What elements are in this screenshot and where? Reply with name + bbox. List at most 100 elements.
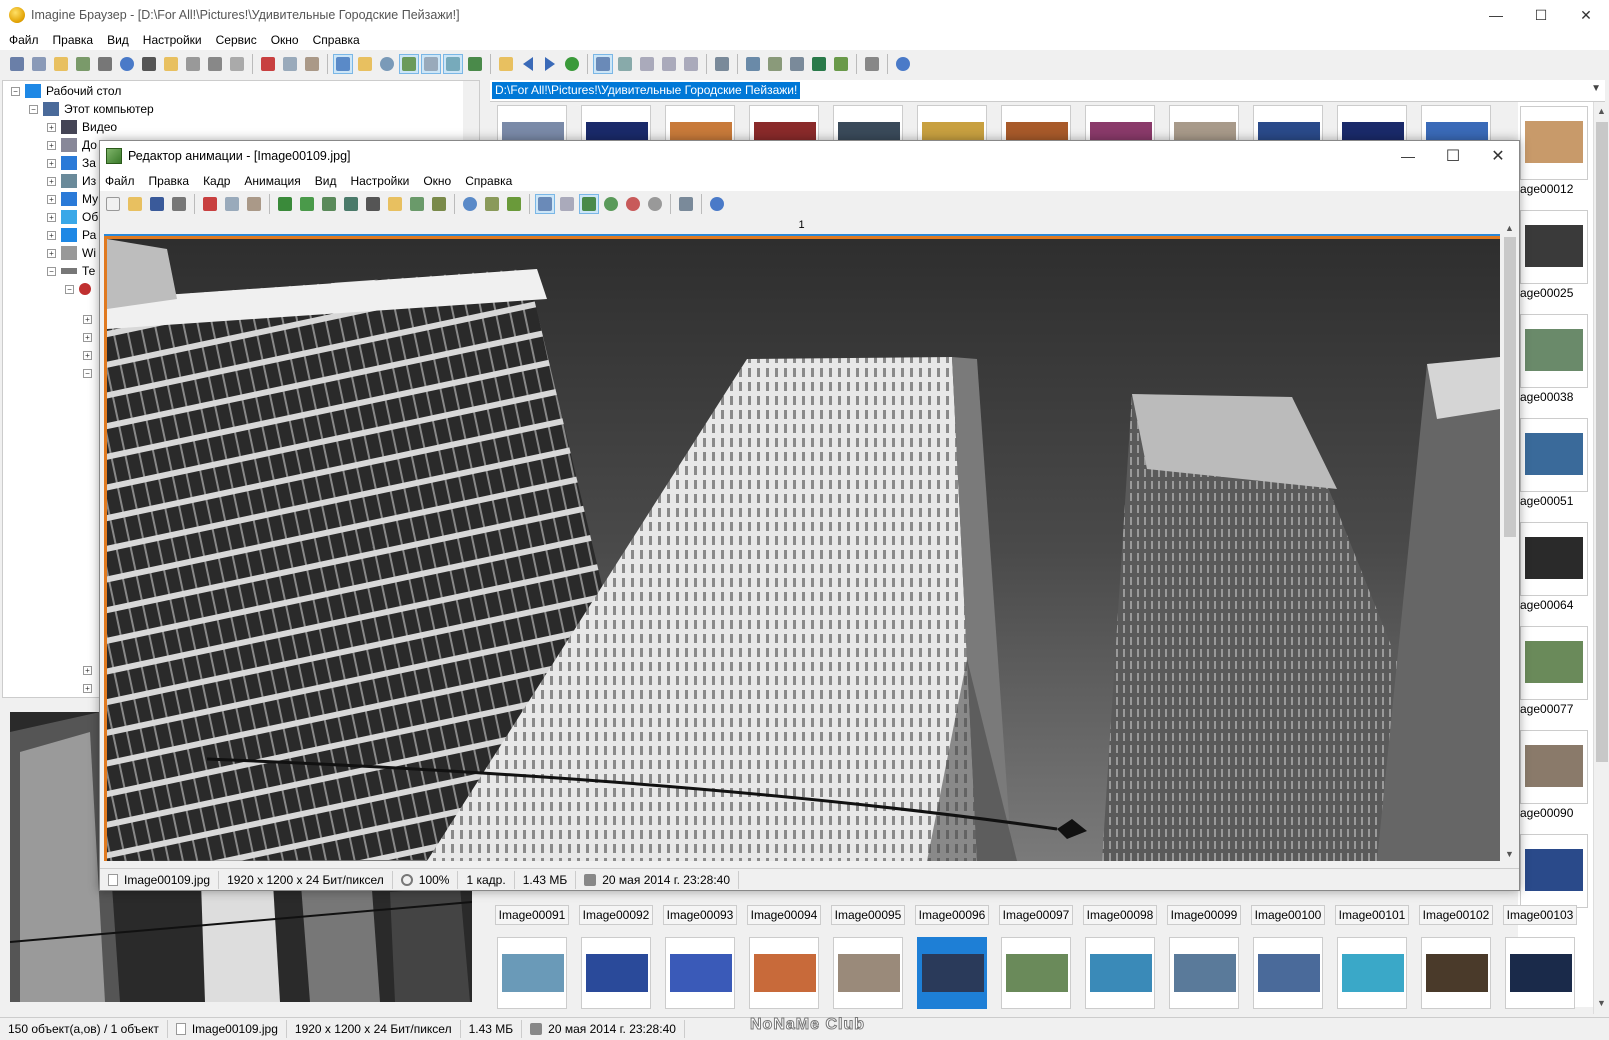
thumbnails-scrollbar[interactable]: ▲ ▼ [1593, 102, 1609, 1014]
chevron-down-icon[interactable]: ▼ [1505, 849, 1514, 859]
tree-item-3d-objects[interactable]: + Об [47, 208, 98, 226]
tools-icon[interactable] [712, 54, 732, 74]
tree-item-video[interactable]: + Видео [47, 118, 117, 136]
open-folder-icon[interactable] [51, 54, 71, 74]
tree-item-documents[interactable]: + До [47, 136, 97, 154]
thumbnail-label[interactable]: Image00098 [1083, 905, 1157, 925]
save-icon[interactable] [147, 194, 167, 214]
thumbnail-label[interactable]: Image00097 [999, 905, 1073, 925]
fullscreen-icon[interactable] [465, 54, 485, 74]
thumbnail-label[interactable]: Image00092 [579, 905, 653, 925]
image-view-icon[interactable] [579, 194, 599, 214]
tree-expander[interactable]: + [83, 661, 97, 679]
thumbnail-label[interactable]: Image00101 [1335, 905, 1409, 925]
thumbnail[interactable] [665, 937, 735, 1009]
thumbnail-label[interactable]: Image00093 [663, 905, 737, 925]
frames-panel-icon[interactable] [535, 194, 555, 214]
thumbnail[interactable] [1520, 314, 1588, 388]
compare-icon[interactable] [765, 54, 785, 74]
cut-icon[interactable] [200, 194, 220, 214]
tree-item-downloads[interactable]: + За [47, 154, 96, 172]
expand-icon[interactable]: + [47, 212, 56, 222]
thumbnail[interactable] [1520, 834, 1588, 908]
thumbnail-label[interactable]: Image00095 [831, 905, 905, 925]
forward-icon[interactable] [540, 54, 560, 74]
menu-window[interactable]: Окно [266, 33, 304, 47]
properties-icon[interactable] [227, 54, 247, 74]
chevron-down-icon[interactable]: ▼ [1591, 83, 1601, 94]
editor-minimize-button[interactable]: — [1385, 141, 1431, 171]
print-icon[interactable] [169, 194, 189, 214]
editor-menu-edit[interactable]: Правка [144, 174, 195, 188]
collapse-icon[interactable]: − [29, 104, 38, 114]
detail-view-icon[interactable] [659, 54, 679, 74]
thumbnail[interactable] [1520, 210, 1588, 284]
details-panel-icon[interactable] [443, 54, 463, 74]
thumbnail-label[interactable]: Image00099 [1167, 905, 1241, 925]
editor-menu-frame[interactable]: Кадр [198, 174, 235, 188]
delete-frame-icon[interactable] [319, 194, 339, 214]
collapse-icon[interactable]: − [11, 86, 20, 96]
zoom-in-icon[interactable] [601, 194, 621, 214]
editor-menu-help[interactable]: Справка [460, 174, 517, 188]
expand-icon[interactable]: + [47, 140, 56, 150]
import-icon[interactable] [504, 194, 524, 214]
frame-properties-icon[interactable] [363, 194, 383, 214]
expand-icon[interactable]: + [47, 230, 56, 240]
address-bar[interactable]: D:\For All!\Pictures!\Удивительные Город… [490, 80, 1605, 102]
editor-icon[interactable] [862, 54, 882, 74]
thumbnail-label[interactable]: Image00103 [1503, 905, 1577, 925]
expand-icon[interactable]: + [83, 314, 92, 324]
minimize-button[interactable]: — [1473, 0, 1519, 30]
editor-menu-window[interactable]: Окно [418, 174, 456, 188]
optimize-icon[interactable] [429, 194, 449, 214]
thumbnail[interactable] [1505, 937, 1575, 1009]
zoom-fit-icon[interactable] [645, 194, 665, 214]
thumbnail-selected[interactable] [917, 937, 987, 1009]
help-icon[interactable] [707, 194, 727, 214]
scrollbar-thumb[interactable] [1504, 237, 1516, 537]
chevron-up-icon[interactable]: ▲ [1597, 106, 1606, 116]
chevron-up-icon[interactable]: ▲ [1505, 223, 1514, 233]
insert-frame-icon[interactable] [275, 194, 295, 214]
expand-icon[interactable]: + [47, 176, 56, 186]
thumbnail[interactable] [1520, 522, 1588, 596]
tree-item-desktop-folder[interactable]: + Ра [47, 226, 96, 244]
editor-menu-file[interactable]: Файл [100, 174, 140, 188]
copy-icon[interactable] [222, 194, 242, 214]
editor-scrollbar[interactable]: ▲ ▼ [1502, 221, 1518, 865]
rename-icon[interactable] [183, 54, 203, 74]
paste-icon[interactable] [302, 54, 322, 74]
editor-maximize-button[interactable]: ☐ [1430, 141, 1476, 171]
menu-view[interactable]: Вид [102, 33, 134, 47]
thumbnail[interactable] [1421, 937, 1491, 1009]
tools-icon[interactable] [676, 194, 696, 214]
convert-icon[interactable] [787, 54, 807, 74]
tree-expander[interactable]: + [83, 310, 97, 328]
thumbnail-label[interactable]: Image00096 [915, 905, 989, 925]
new-icon[interactable] [103, 194, 123, 214]
thumbnail-label[interactable]: Image00091 [495, 905, 569, 925]
back-icon[interactable] [518, 54, 538, 74]
thumbnail[interactable] [1520, 418, 1588, 492]
expand-icon[interactable]: + [83, 665, 92, 675]
thumbnail[interactable] [1001, 937, 1071, 1009]
small-thumbs-icon[interactable] [615, 54, 635, 74]
menu-file[interactable]: Файл [4, 33, 44, 47]
folder-up-icon[interactable] [496, 54, 516, 74]
thumbnail[interactable] [1520, 626, 1588, 700]
large-thumbs-icon[interactable] [593, 54, 613, 74]
tree-expander[interactable]: + [83, 679, 97, 697]
duplicate-frame-icon[interactable] [341, 194, 361, 214]
menu-edit[interactable]: Правка [48, 33, 99, 47]
grid-icon[interactable] [557, 194, 577, 214]
expand-icon[interactable]: + [47, 158, 56, 168]
tree-toggle-icon[interactable] [355, 54, 375, 74]
thumbs-panel-icon[interactable] [399, 54, 419, 74]
tree-item-drive-d[interactable]: − Те [47, 262, 95, 280]
thumbnail[interactable] [1520, 730, 1588, 804]
expand-icon[interactable]: + [83, 350, 92, 360]
copy-to-icon[interactable] [73, 54, 93, 74]
editor-menu-animation[interactable]: Анимация [239, 174, 305, 188]
expand-icon[interactable]: + [47, 122, 56, 132]
